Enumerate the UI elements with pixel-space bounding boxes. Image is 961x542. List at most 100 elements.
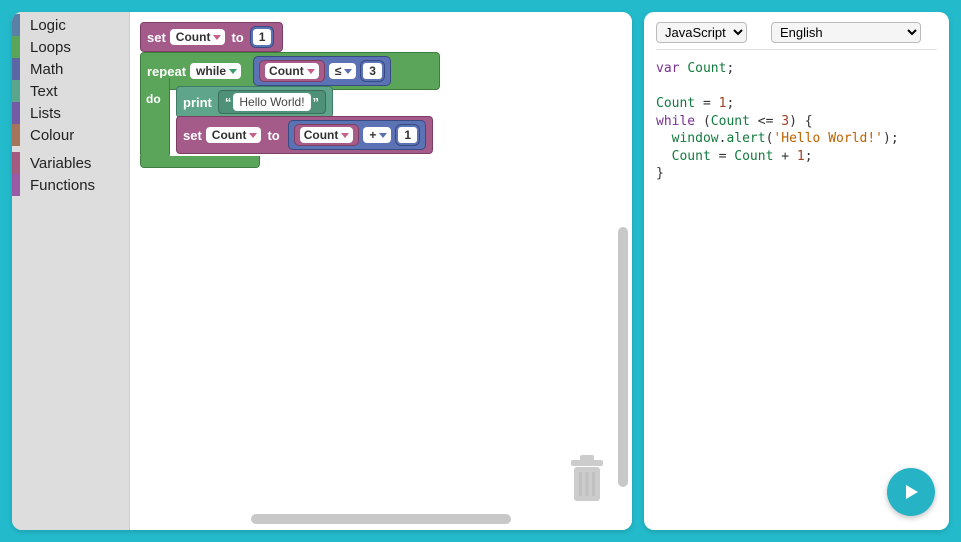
mode-dropdown[interactable]: while: [190, 63, 241, 79]
var-name: Count: [212, 128, 247, 142]
chevron-down-icon: [249, 133, 257, 138]
chevron-down-icon: [379, 133, 387, 138]
kw-while: while: [656, 114, 703, 129]
kw-var: var: [656, 61, 687, 76]
toolbox-item-loops[interactable]: Loops: [12, 36, 129, 58]
swatch-math: [12, 58, 20, 80]
toolbox-item-math[interactable]: Math: [12, 58, 129, 80]
kw-to: to: [267, 128, 279, 143]
toolbox: Logic Loops Math Text Lists Colour Varia…: [12, 12, 130, 530]
kw-repeat: repeat: [147, 64, 186, 79]
toolbox-label: Variables: [30, 155, 91, 172]
punct: (: [703, 114, 711, 129]
num: 3: [781, 114, 789, 129]
ident: Count: [711, 114, 750, 129]
chevron-down-icon: [213, 35, 221, 40]
var-dropdown[interactable]: Count: [300, 127, 354, 143]
op-dropdown[interactable]: ≤: [329, 63, 357, 79]
number-value: 1: [398, 127, 417, 143]
language-select[interactable]: JavaScript: [656, 22, 747, 43]
toolbox-item-text[interactable]: Text: [12, 80, 129, 102]
punct: ) {: [789, 114, 812, 129]
kw-set: set: [147, 30, 166, 45]
compare-expression[interactable]: Count ≤ 3: [253, 56, 391, 86]
blockly-workspace[interactable]: set Count to 1 repeat while Count: [130, 12, 632, 530]
text-expression[interactable]: “ Hello World! ”: [218, 90, 326, 114]
var-name: Count: [269, 64, 304, 78]
horizontal-scrollbar[interactable]: [251, 514, 511, 524]
swatch-logic: [12, 14, 20, 36]
toolbox-item-lists[interactable]: Lists: [12, 102, 129, 124]
toolbox-label: Functions: [30, 177, 95, 194]
var-name: Count: [176, 30, 211, 44]
toolbox-item-variables[interactable]: Variables: [12, 152, 129, 174]
toolbox-label: Colour: [30, 127, 74, 144]
chevron-down-icon: [344, 69, 352, 74]
toolbox-item-functions[interactable]: Functions: [12, 174, 129, 196]
op-value: +: [369, 128, 376, 142]
swatch-colour: [12, 124, 20, 146]
generated-code: var Count; Count = 1; while (Count <= 3)…: [656, 60, 937, 183]
mode-value: while: [196, 64, 226, 78]
op-value: ≤: [335, 64, 342, 78]
toolbox-label: Lists: [30, 105, 61, 122]
number-slot[interactable]: 3: [360, 60, 385, 82]
chevron-down-icon: [307, 69, 315, 74]
string: 'Hello World!': [773, 131, 883, 146]
block-set-count-1[interactable]: set Count to 1: [140, 22, 283, 52]
toolbox-label: Loops: [30, 39, 71, 56]
var-dropdown[interactable]: Count: [170, 29, 226, 45]
punct: ;: [726, 61, 734, 76]
text-value[interactable]: Hello World!: [233, 93, 310, 111]
toolbox-label: Math: [30, 61, 63, 78]
kw-do: do: [146, 92, 161, 106]
number-value: 1: [253, 29, 272, 45]
punct: ;: [726, 96, 734, 111]
locale-select[interactable]: English: [771, 22, 921, 43]
var-pill[interactable]: Count: [259, 60, 325, 82]
punct: );: [883, 131, 899, 146]
var-dropdown[interactable]: Count: [206, 127, 262, 143]
selectors-row: JavaScript English: [656, 22, 937, 43]
number-slot[interactable]: 1: [250, 26, 275, 48]
vertical-scrollbar[interactable]: [618, 227, 628, 487]
math-expression[interactable]: Count + 1: [288, 120, 426, 150]
swatch-functions: [12, 174, 20, 196]
block-set-count-plus1[interactable]: set Count to Count + 1: [176, 116, 433, 154]
swatch-text: [12, 80, 20, 102]
number-slot[interactable]: 1: [395, 124, 420, 146]
var-name: Count: [304, 128, 339, 142]
ident: Count: [687, 61, 726, 76]
separator: [656, 49, 937, 50]
var-dropdown[interactable]: Count: [265, 63, 319, 79]
ident: Count: [734, 149, 773, 164]
var-pill[interactable]: Count: [294, 124, 360, 146]
indent: [656, 149, 672, 164]
ident: Count: [656, 96, 695, 111]
op: +: [773, 149, 796, 164]
chevron-down-icon: [229, 69, 237, 74]
block-repeat-while[interactable]: repeat while Count ≤ 3: [140, 52, 440, 90]
ident: alert: [726, 131, 765, 146]
blockly-panel: Logic Loops Math Text Lists Colour Varia…: [12, 12, 632, 530]
quote-open-icon: “: [223, 95, 234, 110]
toolbox-item-logic[interactable]: Logic: [12, 14, 129, 36]
op: =: [695, 96, 718, 111]
block-print[interactable]: print “ Hello World! ”: [176, 86, 333, 118]
toolbox-item-colour[interactable]: Colour: [12, 124, 129, 146]
op-dropdown[interactable]: +: [363, 127, 391, 143]
punct: }: [656, 166, 664, 181]
quote-close-icon: ”: [311, 95, 322, 110]
toolbox-label: Logic: [30, 17, 66, 34]
toolbox-label: Text: [30, 83, 58, 100]
kw-to: to: [231, 30, 243, 45]
loop-bottom: [140, 156, 260, 168]
ident: window: [672, 131, 719, 146]
run-button[interactable]: [887, 468, 935, 516]
kw-print: print: [183, 95, 212, 110]
play-icon: [903, 484, 919, 500]
op: =: [711, 149, 734, 164]
swatch-variables: [12, 152, 20, 174]
trashcan-icon[interactable]: [568, 455, 606, 510]
op: <=: [750, 114, 781, 129]
